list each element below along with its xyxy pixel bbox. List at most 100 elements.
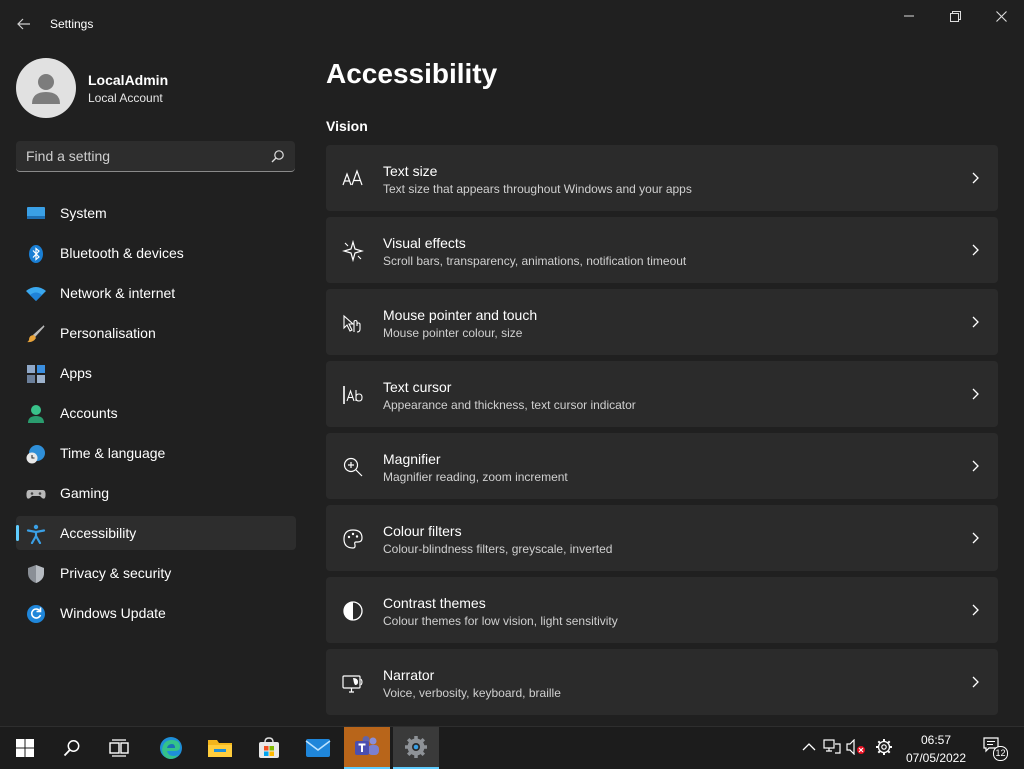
- close-icon: [995, 10, 1007, 22]
- taskbar-settings[interactable]: [393, 727, 439, 769]
- apps-icon: [27, 365, 45, 383]
- card-description: Magnifier reading, zoom increment: [383, 470, 568, 484]
- chevron-right-icon: [972, 532, 979, 544]
- card-description: Colour-blindness filters, greyscale, inv…: [383, 542, 613, 556]
- taskbar-teams[interactable]: [344, 727, 390, 769]
- sidebar-item-bluetooth[interactable]: Bluetooth & devices: [16, 236, 296, 270]
- start-button[interactable]: [2, 727, 48, 769]
- network-icon: [823, 739, 841, 754]
- card-description: Scroll bars, transparency, animations, n…: [383, 254, 687, 268]
- search-box: [16, 141, 295, 172]
- edge-icon: [160, 737, 182, 759]
- close-button[interactable]: [978, 0, 1024, 32]
- chevron-right-icon: [972, 388, 979, 400]
- sidebar-item-accessibility[interactable]: Accessibility: [16, 516, 296, 550]
- restore-icon: [949, 10, 961, 22]
- chevron-right-icon: [972, 676, 979, 688]
- taskbar-file-explorer[interactable]: [197, 727, 243, 769]
- taskbar: 06:57 07/05/2022 12: [0, 726, 1024, 769]
- user-avatar-icon: [32, 74, 60, 104]
- taskbar-edge[interactable]: [148, 727, 194, 769]
- card-title: Colour filters: [383, 523, 462, 539]
- back-button[interactable]: [12, 12, 36, 36]
- setting-card-narrator[interactable]: Narrator Voice, verbosity, keyboard, bra…: [326, 649, 998, 715]
- search-input[interactable]: [16, 141, 266, 171]
- card-description: Colour themes for low vision, light sens…: [383, 614, 618, 628]
- card-title: Narrator: [383, 667, 435, 683]
- gear-icon: [876, 739, 892, 755]
- time-language-icon: [26, 445, 45, 464]
- taskbar-mail[interactable]: [295, 727, 341, 769]
- avatar[interactable]: [16, 58, 76, 118]
- main-content: Accessibility Vision Text size Text size…: [310, 48, 1024, 715]
- shield-icon: [28, 565, 44, 583]
- setting-card-mouse-pointer[interactable]: Mouse pointer and touch Mouse pointer co…: [326, 289, 998, 355]
- sparkle-icon: [342, 240, 364, 262]
- search-icon[interactable]: [271, 149, 285, 163]
- sidebar-item-gaming[interactable]: Gaming: [16, 476, 296, 510]
- sidebar-item-label: Personalisation: [60, 325, 156, 341]
- bluetooth-icon: [29, 245, 43, 263]
- card-title: Visual effects: [383, 235, 466, 251]
- setting-card-contrast-themes[interactable]: Contrast themes Colour themes for low vi…: [326, 577, 998, 643]
- store-icon: [259, 737, 279, 758]
- task-view-button[interactable]: [96, 727, 142, 769]
- window-title: Settings: [50, 17, 94, 31]
- card-title: Magnifier: [383, 451, 441, 467]
- minimize-button[interactable]: [886, 0, 932, 32]
- search-icon: [63, 740, 80, 757]
- sidebar-item-label: Time & language: [60, 445, 166, 461]
- setting-card-text-cursor[interactable]: Text cursor Appearance and thickness, te…: [326, 361, 998, 427]
- sidebar-item-label: Accounts: [60, 405, 118, 421]
- sidebar-item-system[interactable]: System: [16, 196, 296, 230]
- sidebar-item-windows-update[interactable]: Windows Update: [16, 596, 296, 630]
- sidebar-item-personalisation[interactable]: Personalisation: [16, 316, 296, 350]
- setting-card-magnifier[interactable]: Magnifier Magnifier reading, zoom increm…: [326, 433, 998, 499]
- start-icon: [16, 739, 34, 757]
- chevron-right-icon: [972, 244, 979, 256]
- network-status-button[interactable]: [822, 737, 842, 757]
- wifi-icon: [26, 287, 46, 301]
- setting-card-text-size[interactable]: Text size Text size that appears through…: [326, 145, 998, 211]
- maximize-button[interactable]: [932, 0, 978, 32]
- sidebar-item-privacy[interactable]: Privacy & security: [16, 556, 296, 590]
- card-title: Contrast themes: [383, 595, 486, 611]
- brush-icon: [27, 325, 45, 343]
- chevron-right-icon: [972, 316, 979, 328]
- volume-button[interactable]: [846, 737, 866, 757]
- card-description: Mouse pointer colour, size: [383, 326, 523, 340]
- show-hidden-icons-button[interactable]: [799, 737, 819, 757]
- card-description: Voice, verbosity, keyboard, braille: [383, 686, 561, 700]
- file-explorer-icon: [208, 740, 232, 757]
- title-bar: Settings: [0, 0, 1024, 48]
- clock-date[interactable]: 07/05/2022: [905, 751, 967, 765]
- narrator-icon: [342, 675, 363, 693]
- contrast-icon: [343, 601, 363, 621]
- sidebar-item-network[interactable]: Network & internet: [16, 276, 296, 310]
- sidebar-item-label: Gaming: [60, 485, 110, 501]
- mail-icon: [305, 739, 331, 757]
- user-name: LocalAdmin: [88, 72, 169, 88]
- clock-time[interactable]: 06:57: [905, 733, 967, 747]
- card-title: Text cursor: [383, 379, 452, 395]
- sidebar-item-label: Privacy & security: [60, 565, 172, 581]
- notification-center-button[interactable]: 12: [982, 737, 1008, 761]
- card-title: Text size: [383, 163, 438, 179]
- sidebar-item-label: Accessibility: [60, 525, 137, 541]
- sidebar-item-apps[interactable]: Apps: [16, 356, 296, 390]
- sidebar-item-label: Windows Update: [60, 605, 166, 621]
- gamepad-icon: [26, 490, 46, 499]
- taskbar-store[interactable]: [246, 727, 292, 769]
- teams-icon: [355, 736, 379, 755]
- sidebar-item-accounts[interactable]: Accounts: [16, 396, 296, 430]
- accessibility-icon: [26, 524, 46, 544]
- sidebar-item-time-language[interactable]: Time & language: [16, 436, 296, 470]
- setting-card-colour-filters[interactable]: Colour filters Colour-blindness filters,…: [326, 505, 998, 571]
- tray-settings-button[interactable]: [874, 737, 894, 757]
- taskbar-search-button[interactable]: [49, 727, 95, 769]
- sidebar-item-label: Apps: [60, 365, 92, 381]
- chevron-right-icon: [972, 460, 979, 472]
- card-title: Mouse pointer and touch: [383, 307, 538, 323]
- setting-card-visual-effects[interactable]: Visual effects Scroll bars, transparency…: [326, 217, 998, 283]
- pointer-touch-icon: [343, 314, 361, 333]
